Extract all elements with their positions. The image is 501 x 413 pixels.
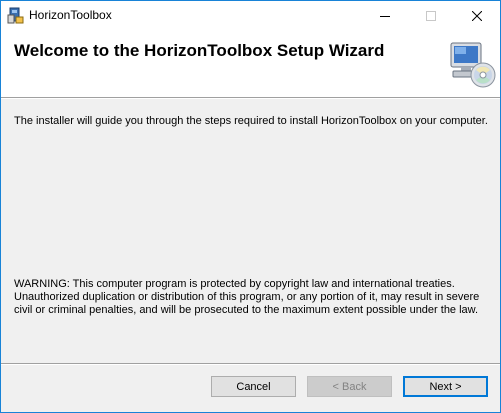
page-title: Welcome to the HorizonToolbox Setup Wiza… [14,41,385,60]
minimize-icon [380,16,390,17]
cancel-button[interactable]: Cancel [211,376,296,397]
header-divider-highlight [1,98,500,99]
maximize-button[interactable] [408,1,454,31]
title-bar[interactable]: HorizonToolbox [1,1,500,31]
window-title: HorizonToolbox [29,8,112,22]
close-icon [472,11,482,21]
computer-cd-icon [445,39,497,89]
installer-app-icon [7,7,24,24]
close-button[interactable] [454,1,500,31]
next-button[interactable]: Next > [403,376,488,397]
maximize-icon [426,11,436,21]
footer-divider-highlight [1,364,500,365]
wizard-header: Welcome to the HorizonToolbox Setup Wiza… [1,31,500,97]
intro-text: The installer will guide you through the… [14,115,488,127]
back-button[interactable]: < Back [307,376,392,397]
installer-window: HorizonToolbox Welcome to the HorizonToo… [0,0,501,413]
copyright-warning: WARNING: This computer program is protec… [14,278,480,316]
minimize-button[interactable] [362,1,408,31]
